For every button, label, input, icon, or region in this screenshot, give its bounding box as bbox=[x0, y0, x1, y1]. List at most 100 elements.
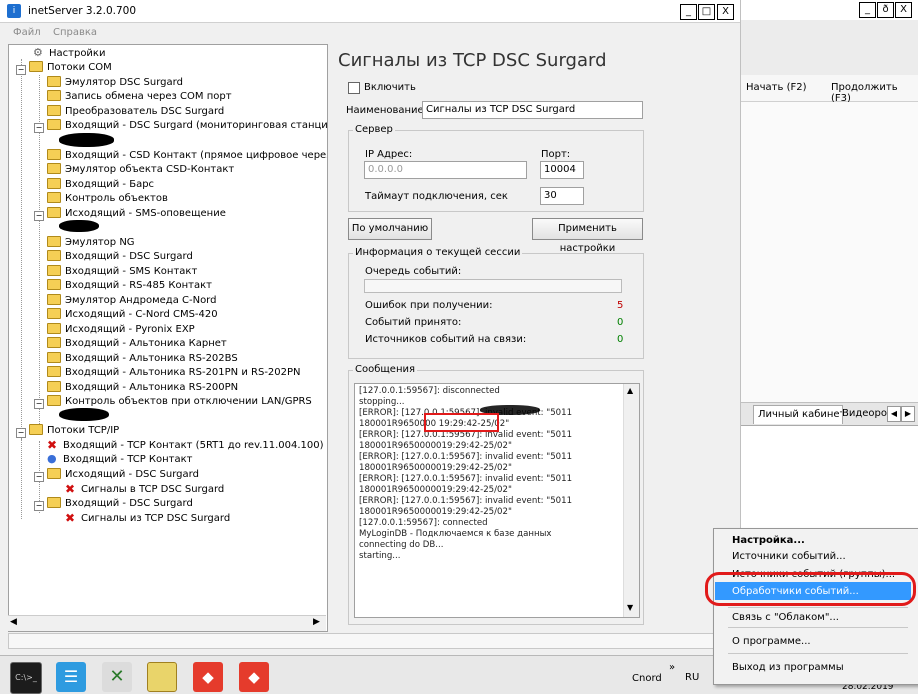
tree-item[interactable]: Исходящий - SMS-оповещение bbox=[47, 207, 226, 221]
redaction-scribble bbox=[59, 133, 114, 147]
apply-settings-button[interactable]: Применить настройки bbox=[532, 218, 643, 254]
folder-icon bbox=[29, 61, 43, 72]
collapse-icon[interactable]: − bbox=[16, 428, 26, 438]
main-window: i inetServer 3.2.0.700 _ □ X Файл Справк… bbox=[0, 0, 740, 655]
messages-vertical-scrollbar[interactable]: ▲ ▼ bbox=[623, 384, 639, 617]
tree-item[interactable]: Эмулятор Андромеда C-Nord bbox=[47, 294, 216, 308]
scroll-left-icon[interactable]: ◀ bbox=[10, 617, 17, 627]
close-button[interactable]: X bbox=[717, 4, 734, 20]
bg-close-button[interactable]: X bbox=[895, 2, 912, 18]
tree-item[interactable]: Входящий - Альтоника RS-202BS bbox=[47, 352, 238, 366]
tree-item[interactable]: Входящий - DSC Surgard (мониторинговая с… bbox=[47, 119, 327, 133]
tree-item[interactable]: Запись обмена через COM порт bbox=[47, 90, 232, 104]
tree-item[interactable]: Контроль объектов при отключении LAN/GPR… bbox=[47, 395, 312, 409]
language-bar-label: Cnord bbox=[632, 673, 662, 684]
menu-item-exit[interactable]: Выход из программы bbox=[732, 662, 844, 673]
menu-help[interactable]: Справка bbox=[53, 27, 97, 38]
tree-item[interactable]: Эмулятор NG bbox=[47, 236, 135, 250]
collapse-icon[interactable]: − bbox=[34, 399, 44, 409]
tree-item[interactable]: Входящий - Альтоника RS-201PN и RS-202PN bbox=[47, 366, 301, 380]
tree-item[interactable]: Входящий - RS-485 Контакт bbox=[47, 279, 212, 293]
timeout-field[interactable]: 30 bbox=[540, 187, 584, 205]
log-line: starting... bbox=[359, 551, 401, 561]
enable-label: Включить bbox=[364, 82, 416, 93]
collapse-icon[interactable]: − bbox=[34, 211, 44, 221]
network-icon: ● bbox=[47, 452, 57, 465]
tree-item[interactable]: ● Входящий - TCP Контакт bbox=[47, 453, 193, 467]
menu-item-cloud-link[interactable]: Связь с "Облаком"... bbox=[732, 612, 839, 623]
bg-minimize-button[interactable]: _ bbox=[859, 2, 876, 18]
enable-checkbox[interactable] bbox=[348, 82, 360, 94]
tree-item-com-streams[interactable]: Потоки COM bbox=[29, 61, 112, 75]
server-group-title: Сервер bbox=[353, 124, 395, 135]
tree-horizontal-scrollbar[interactable]: ◀ ▶ bbox=[8, 615, 326, 631]
scroll-up-icon[interactable]: ▲ bbox=[627, 386, 633, 395]
tab-scroll-right-icon[interactable]: ▶ bbox=[901, 406, 915, 422]
tree-item[interactable]: ✖ Сигналы в TCP DSC Surgard bbox=[65, 483, 224, 497]
tree-item[interactable]: Исходящий - Pyronix EXP bbox=[47, 323, 195, 337]
settings-sliders-icon[interactable]: ☰ bbox=[56, 662, 86, 692]
tree-item[interactable]: Входящий - CSD Контакт (прямое цифровое … bbox=[47, 149, 327, 163]
tree-item[interactable]: Исходящий - C-Nord CMS-420 bbox=[47, 308, 218, 322]
tab-video[interactable]: Видеоро bbox=[838, 405, 890, 423]
command-prompt-icon[interactable]: C:\>_ bbox=[10, 662, 42, 694]
scroll-down-icon[interactable]: ▼ bbox=[627, 603, 633, 612]
tab-scroll-left-icon[interactable]: ◀ bbox=[887, 406, 901, 422]
folder-icon bbox=[47, 265, 61, 276]
defaults-button[interactable]: По умолчанию bbox=[348, 218, 432, 240]
tree-item[interactable]: Эмулятор DSC Surgard bbox=[47, 76, 183, 90]
accepted-label: Событий принято: bbox=[365, 317, 462, 328]
tree-item[interactable]: Входящий - Альтоника Карнет bbox=[47, 337, 227, 351]
log-line: [127.0.0.1:59567]: disconnected bbox=[359, 386, 500, 396]
scroll-right-icon[interactable]: ▶ bbox=[313, 617, 320, 627]
errors-label: Ошибок при получении: bbox=[365, 300, 493, 311]
tree-item[interactable]: Входящий - Барс bbox=[47, 178, 154, 192]
anydesk-icon[interactable]: ◆ bbox=[239, 662, 269, 692]
folder-icon bbox=[29, 424, 43, 435]
language-code[interactable]: RU bbox=[685, 672, 699, 683]
tree-item[interactable]: Контроль объектов bbox=[47, 192, 168, 206]
tree-item[interactable]: Входящий - DSC Surgard bbox=[47, 497, 193, 511]
name-field[interactable]: Сигналы из TCP DSC Surgard bbox=[422, 101, 643, 119]
collapse-icon[interactable]: − bbox=[34, 123, 44, 133]
collapse-icon[interactable]: − bbox=[34, 472, 44, 482]
folder-icon bbox=[47, 119, 61, 130]
tree-item[interactable]: Преобразователь DSC Surgard bbox=[47, 105, 224, 119]
crossed-tools-icon[interactable]: ✕ bbox=[102, 662, 132, 692]
menu-item-event-sources[interactable]: Источники событий... bbox=[732, 551, 846, 562]
tree-item[interactable]: Исходящий - DSC Surgard bbox=[47, 468, 199, 482]
tree-item-settings[interactable]: ⚙ Настройки bbox=[33, 47, 105, 61]
collapse-icon[interactable]: − bbox=[34, 501, 44, 511]
maximize-button[interactable]: □ bbox=[698, 4, 715, 20]
folder-icon bbox=[47, 149, 61, 160]
minimize-button[interactable]: _ bbox=[680, 4, 697, 20]
tree-item[interactable]: Входящий - SMS Контакт bbox=[47, 265, 197, 279]
archive-icon[interactable] bbox=[147, 662, 177, 692]
folder-icon bbox=[47, 207, 61, 218]
tree-item[interactable]: Входящий - DSC Surgard bbox=[47, 250, 193, 264]
start-button[interactable]: Начать (F2) bbox=[746, 82, 807, 93]
tab-personal-cabinet[interactable]: Личный кабинет bbox=[753, 405, 843, 424]
menu-file[interactable]: Файл bbox=[13, 27, 41, 38]
tree-item-tcp-streams[interactable]: Потоки TCP/IP bbox=[29, 424, 119, 438]
menu-item-settings[interactable]: Настройка... bbox=[732, 535, 805, 546]
port-field[interactable]: 10004 bbox=[540, 161, 584, 179]
bg-maximize-button[interactable]: ð bbox=[877, 2, 894, 18]
folder-icon bbox=[47, 279, 61, 290]
continue-button[interactable]: Продолжить (F3) bbox=[831, 82, 918, 104]
sources-value: 0 bbox=[617, 334, 624, 345]
tray-expand-chevron[interactable]: » bbox=[669, 662, 675, 673]
tree-item[interactable]: ✖ Входящий - TCP Контакт (5RT1 до rev.11.… bbox=[47, 439, 324, 453]
menu-separator bbox=[728, 607, 908, 608]
tree-item[interactable]: Входящий - Альтоника RS-200PN bbox=[47, 381, 238, 395]
menu-item-about[interactable]: О программе... bbox=[732, 636, 811, 647]
tree-item[interactable]: Эмулятор объекта CSD-Контакт bbox=[47, 163, 234, 177]
tray-context-menu: Настройка... Источники событий... Источн… bbox=[713, 528, 918, 685]
folder-icon bbox=[47, 381, 61, 392]
ip-field[interactable]: 0.0.0.0 bbox=[364, 161, 527, 179]
folder-icon bbox=[47, 294, 61, 305]
tree-item-selected[interactable]: ✖ Сигналы из TCP DSC Surgard bbox=[65, 512, 230, 526]
collapse-icon[interactable]: − bbox=[16, 65, 26, 75]
menu-separator bbox=[728, 653, 908, 654]
anydesk-icon[interactable]: ◆ bbox=[193, 662, 223, 692]
